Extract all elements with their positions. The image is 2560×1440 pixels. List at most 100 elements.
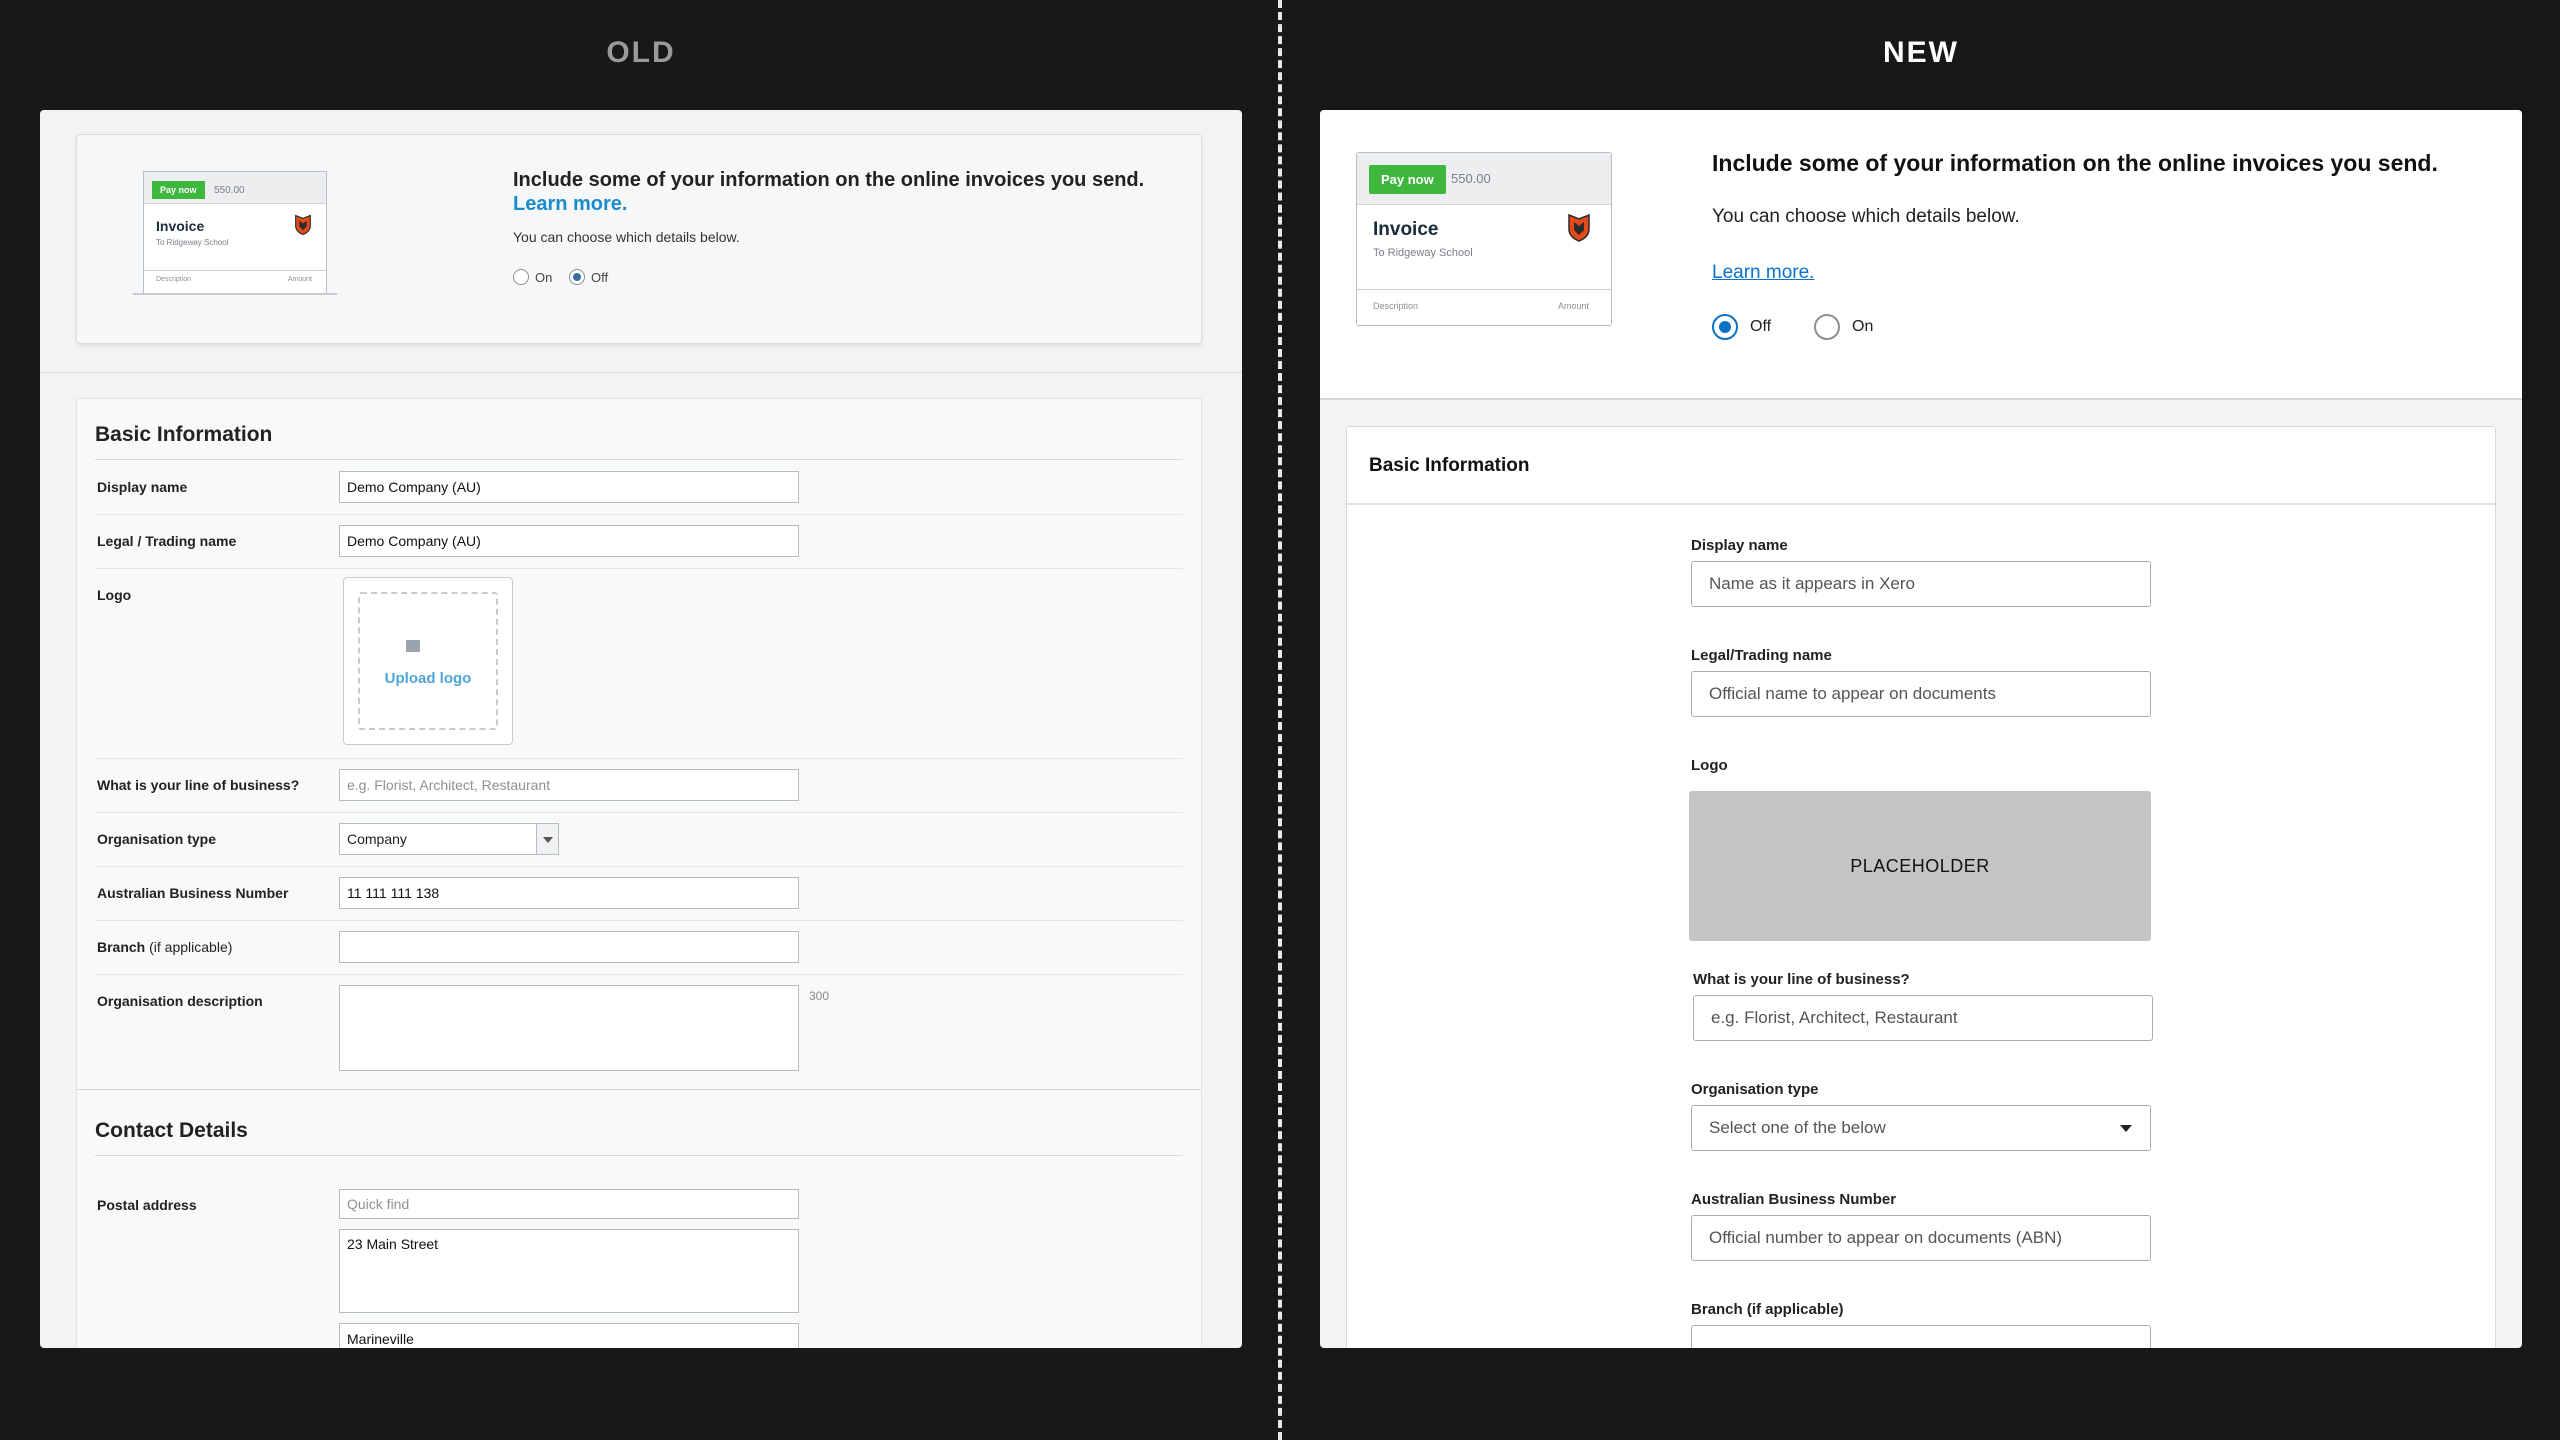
new-online-invoice-banner: Pay now 550.00 Invoice To Ridgeway Schoo… (1320, 110, 2522, 400)
old-panel: Pay now 550.00 Invoice To Ridgeway Schoo… (40, 110, 1242, 1348)
org-description-label: Organisation description (97, 993, 263, 1009)
pay-now-badge: Pay now (152, 181, 205, 199)
invoice-recipient: To Ridgeway School (156, 238, 229, 247)
radio-on-label: On (1852, 318, 1874, 335)
old-column-title: OLD (606, 36, 676, 69)
banner-separator (40, 372, 1242, 373)
org-description-row: Organisation description 300 (95, 975, 1183, 1083)
card-header: Basic Information (1347, 427, 2495, 505)
abn-row: Australian Business Number 11 111 111 13… (95, 867, 1183, 921)
abn-input[interactable]: Official number to appear on documents (… (1691, 1215, 2151, 1261)
branch-label-suffix: (if applicable) (149, 939, 233, 955)
legal-name-label: Legal/Trading name (1691, 647, 1832, 664)
logo-label: Logo (1691, 757, 1728, 774)
radio-on-circle[interactable] (1814, 314, 1840, 340)
logo-upload-placeholder[interactable]: PLACEHOLDER (1689, 791, 2151, 941)
new-basic-information-card: Basic Information Display name Name as i… (1346, 426, 2496, 1348)
basic-information-heading: Basic Information (1369, 455, 1530, 476)
display-name-label: Display name (1691, 537, 1788, 554)
org-type-label: Organisation type (1691, 1081, 1819, 1098)
business-line-row: What is your line of business? e.g. Flor… (95, 759, 1183, 813)
org-type-label: Organisation type (97, 831, 217, 847)
branch-label: Branch (if applicable) (97, 939, 232, 955)
invoice-title: Invoice (156, 218, 205, 234)
banner-headline: Include some of your information on the … (513, 169, 1145, 191)
street-address-textarea[interactable]: 23 Main Street (339, 1229, 799, 1313)
invoice-preview: Pay now 550.00 Invoice To Ridgeway Schoo… (1356, 152, 1612, 326)
radio-off[interactable]: Off (569, 269, 608, 285)
logo-row: Logo Upload logo (95, 569, 1183, 759)
branch-label-main: Branch (97, 939, 146, 955)
branch-input[interactable] (1691, 1325, 2151, 1348)
branch-row: Branch (if applicable) (95, 921, 1183, 975)
banner-subtext: You can choose which details below. (1712, 206, 2020, 227)
branch-input[interactable] (339, 931, 799, 963)
radio-off[interactable]: Off (1712, 314, 1771, 340)
org-type-select[interactable]: Company (339, 823, 559, 855)
postal-address-label: Postal address (97, 1197, 197, 1213)
org-type-row: Organisation type Company (95, 813, 1183, 867)
radio-on-label: On (535, 269, 553, 285)
city-input[interactable]: Marineville (339, 1323, 799, 1348)
learn-more-link[interactable]: Learn more. (1712, 262, 1814, 284)
legal-name-input[interactable]: Demo Company (AU) (339, 525, 799, 557)
shield-logo-icon (1568, 213, 1590, 242)
invoice-amount: 550.00 (1451, 171, 1491, 186)
invoice-amount-col: Amount (287, 276, 312, 283)
business-line-label: What is your line of business? (1693, 971, 1910, 988)
new-panel: Pay now 550.00 Invoice To Ridgeway Schoo… (1320, 110, 2522, 1348)
abn-label: Australian Business Number (1691, 1191, 1897, 1208)
legal-name-input[interactable]: Official name to appear on documents (1691, 671, 2151, 717)
logo-label: Logo (97, 587, 132, 603)
radio-on-circle[interactable] (513, 269, 529, 285)
contact-details-heading: Contact Details (95, 1119, 248, 1142)
abn-label: Australian Business Number (97, 885, 289, 901)
invoice-divider (144, 270, 326, 271)
upload-logo-box[interactable]: Upload logo (343, 577, 513, 745)
radio-off-label: Off (1750, 318, 1772, 335)
invoice-description-col: Description (1373, 301, 1419, 311)
org-type-value: Company (347, 831, 407, 847)
display-name-input[interactable]: Demo Company (AU) (339, 471, 799, 503)
branch-label: Branch (if applicable) (1691, 1301, 1844, 1318)
radio-off-circle[interactable] (569, 269, 585, 285)
radio-off-label: Off (591, 269, 609, 285)
invoice-divider (1357, 289, 1611, 290)
radio-on[interactable]: On (1814, 314, 1873, 340)
org-description-textarea[interactable] (339, 985, 799, 1071)
invoice-amount: 550.00 (214, 185, 245, 196)
legal-name-row: Legal / Trading name Demo Company (AU) (95, 515, 1183, 569)
preview-baseline (133, 293, 337, 295)
business-line-input[interactable]: e.g. Florist, Architect, Restaurant (1693, 995, 2153, 1041)
banner-subtext: You can choose which details below. (513, 229, 740, 245)
invoice-amount-col: Amount (1557, 301, 1589, 311)
column-divider (1278, 0, 1282, 1440)
shield-logo-icon (295, 214, 311, 236)
radio-on[interactable]: On (513, 269, 552, 285)
new-column-title: NEW (1883, 36, 1959, 69)
org-type-placeholder: Select one of the below (1709, 1118, 1886, 1137)
display-name-input[interactable]: Name as it appears in Xero (1691, 561, 2151, 607)
basic-information-heading: Basic Information (95, 423, 273, 446)
display-name-label: Display name (97, 479, 188, 495)
section-separator (77, 1089, 1201, 1090)
learn-more-link[interactable]: Learn more. (513, 193, 627, 216)
quick-find-input[interactable]: Quick find (339, 1189, 799, 1219)
banner-headline: Include some of your information on the … (1712, 150, 2438, 176)
image-icon (406, 640, 420, 652)
char-count: 300 (809, 989, 830, 1003)
radio-off-circle[interactable] (1712, 314, 1738, 340)
business-line-label: What is your line of business? (97, 777, 300, 793)
upload-dropzone[interactable] (358, 592, 498, 730)
old-organisation-form: Basic Information Display name Demo Comp… (76, 398, 1202, 1348)
business-line-input[interactable]: e.g. Florist, Architect, Restaurant (339, 769, 799, 801)
upload-logo-link[interactable]: Upload logo (344, 670, 512, 687)
abn-input[interactable]: 11 111 111 138 (339, 877, 799, 909)
org-type-select[interactable]: Select one of the below (1691, 1105, 2151, 1151)
old-online-invoice-banner: Pay now 550.00 Invoice To Ridgeway Schoo… (76, 134, 1202, 344)
legal-name-label: Legal / Trading name (97, 533, 237, 549)
chevron-down-icon[interactable] (536, 824, 558, 854)
invoice-recipient: To Ridgeway School (1373, 247, 1473, 259)
invoice-preview: Pay now 550.00 Invoice To Ridgeway Schoo… (143, 171, 327, 295)
invoice-description-col: Description (156, 276, 192, 283)
